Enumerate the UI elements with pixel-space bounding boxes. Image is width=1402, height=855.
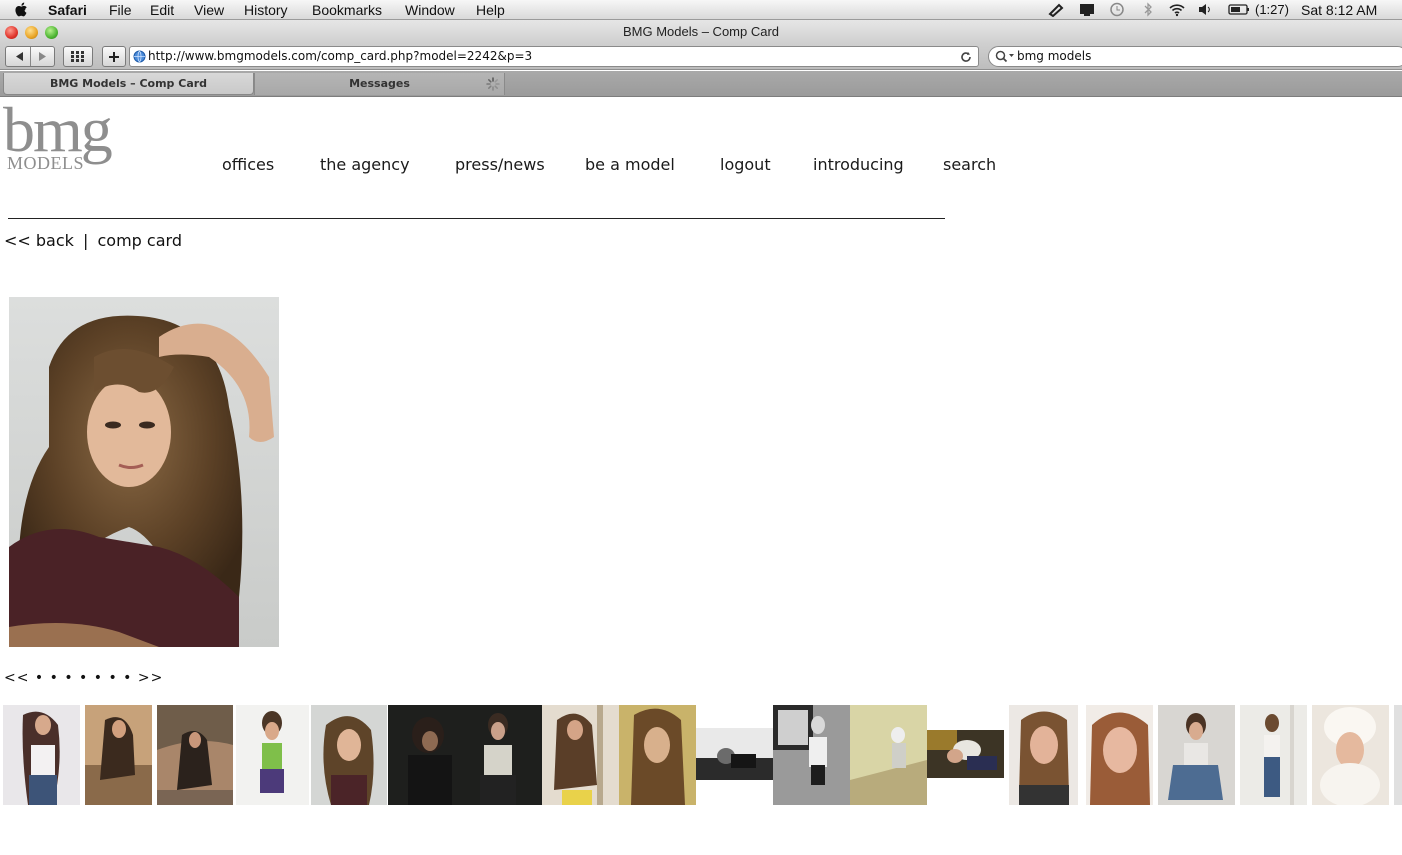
forward-arrow-icon[interactable] <box>38 51 48 62</box>
pager-dots[interactable]: • • • • • • • <box>35 670 133 686</box>
minimize-window-button[interactable] <box>25 26 38 39</box>
menu-history[interactable]: History <box>244 1 288 19</box>
menu-view[interactable]: View <box>194 1 224 19</box>
bluetooth-icon[interactable] <box>1139 2 1157 17</box>
thumbnail[interactable] <box>85 705 152 805</box>
back-link[interactable]: << back <box>4 231 74 250</box>
thumbnail[interactable] <box>388 705 542 805</box>
thumbnail[interactable] <box>236 705 309 805</box>
browser-toolbar: http://www.bmgmodels.com/comp_card.php?m… <box>0 44 1402 70</box>
battery-icon[interactable] <box>1227 2 1251 17</box>
pagination: << • • • • • • • >> <box>4 670 163 686</box>
search-icon <box>995 50 1014 63</box>
logo-subtitle: MODELS <box>7 153 85 173</box>
window-title: BMG Models – Comp Card <box>622 24 780 39</box>
thumbnail[interactable] <box>3 705 80 805</box>
apple-icon[interactable] <box>14 1 30 18</box>
menu-window[interactable]: Window <box>405 1 455 19</box>
back-arrow-icon[interactable] <box>14 51 24 62</box>
web-page: bmg MODELS offices the agency press/news… <box>0 94 1402 855</box>
zoom-window-button[interactable] <box>45 26 58 39</box>
thumbnail[interactable] <box>850 705 927 805</box>
breadcrumb-separator: | <box>83 231 89 250</box>
page-title: comp card <box>97 231 182 250</box>
tab-label: Messages <box>349 77 410 90</box>
thumbnail[interactable] <box>619 705 696 805</box>
breadcrumb: << back | comp card <box>4 231 182 250</box>
menu-file[interactable]: File <box>109 1 132 19</box>
menu-bookmarks[interactable]: Bookmarks <box>312 1 382 19</box>
reload-icon[interactable] <box>960 51 972 63</box>
thumbnail[interactable] <box>1394 705 1402 805</box>
thumbnail[interactable] <box>773 705 850 805</box>
thumbnail[interactable] <box>157 705 233 805</box>
close-window-button[interactable] <box>5 26 18 39</box>
grid-icon <box>71 51 84 62</box>
menu-app-name[interactable]: Safari <box>48 1 87 19</box>
volume-icon[interactable] <box>1196 2 1214 17</box>
tab-bar: BMG Models – Comp Card Messages <box>0 71 1402 97</box>
menu-edit[interactable]: Edit <box>150 1 174 19</box>
thumbnail[interactable] <box>1009 705 1078 805</box>
menu-help[interactable]: Help <box>476 1 505 19</box>
nav-the-agency[interactable]: the agency <box>320 155 410 174</box>
pager-next[interactable]: >> <box>138 670 163 686</box>
globe-icon <box>133 50 146 63</box>
thumbnail[interactable] <box>1086 705 1153 805</box>
thumbnail[interactable] <box>311 705 387 805</box>
thumbnail[interactable] <box>927 730 1004 778</box>
battery-time: (1:27) <box>1255 2 1289 17</box>
mac-menubar: Safari File Edit View History Bookmarks … <box>0 0 1402 20</box>
header-divider <box>8 218 945 219</box>
tab-comp-card[interactable]: BMG Models – Comp Card <box>3 73 254 95</box>
pager-prev[interactable]: << <box>4 670 29 686</box>
url-text: http://www.bmgmodels.com/comp_card.php?m… <box>148 49 533 63</box>
loading-spinner-icon <box>486 77 500 91</box>
back-forward-group <box>5 46 55 67</box>
thumbnail[interactable] <box>1312 705 1389 805</box>
add-bookmark-button[interactable] <box>102 46 126 67</box>
search-text: bmg models <box>1017 49 1092 63</box>
tab-label: BMG Models – Comp Card <box>49 77 208 90</box>
wifi-icon[interactable] <box>1168 2 1186 17</box>
nav-search[interactable]: search <box>943 155 996 174</box>
tab-messages[interactable]: Messages <box>254 73 505 95</box>
address-bar[interactable]: http://www.bmgmodels.com/comp_card.php?m… <box>129 46 979 67</box>
plus-icon <box>109 52 119 62</box>
button-divider <box>30 47 31 66</box>
nav-press-news[interactable]: press/news <box>455 155 545 174</box>
script-icon[interactable] <box>1047 2 1065 17</box>
thumbnail[interactable] <box>1158 705 1235 805</box>
search-field[interactable]: bmg models <box>988 46 1402 67</box>
display-icon[interactable] <box>1078 2 1096 17</box>
time-machine-icon[interactable] <box>1108 2 1126 17</box>
thumbnail[interactable] <box>542 705 619 805</box>
window-titlebar: BMG Models – Comp Card <box>0 20 1402 44</box>
nav-logout[interactable]: logout <box>720 155 771 174</box>
nav-introducing[interactable]: introducing <box>813 155 904 174</box>
nav-offices[interactable]: offices <box>222 155 274 174</box>
comp-card-photo[interactable] <box>9 297 279 647</box>
top-sites-button[interactable] <box>63 46 93 67</box>
nav-be-a-model[interactable]: be a model <box>585 155 675 174</box>
clock[interactable]: Sat 8:12 AM <box>1301 1 1377 19</box>
thumbnail[interactable] <box>1240 705 1307 805</box>
thumbnail[interactable] <box>696 728 773 780</box>
